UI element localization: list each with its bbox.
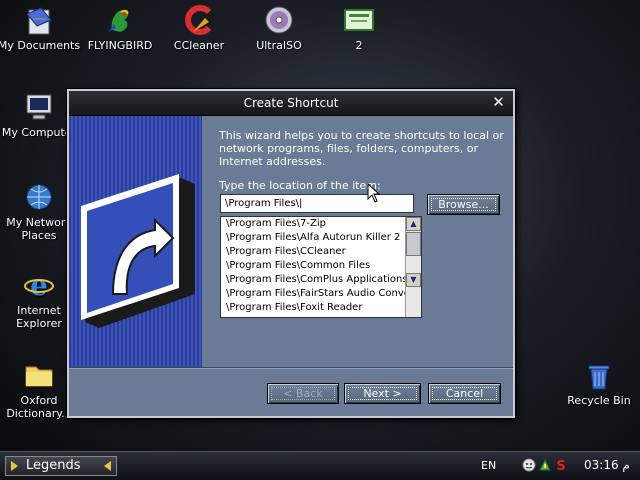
language-indicator[interactable]: EN	[481, 459, 496, 472]
bird-icon	[108, 9, 129, 32]
scroll-thumb[interactable]	[406, 232, 421, 256]
desktop-icon-2[interactable]: 2	[317, 4, 401, 52]
desktop-icon-ultraiso[interactable]: UltraISO	[237, 4, 321, 52]
dialog-title: Create Shortcut	[243, 96, 339, 110]
create-shortcut-dialog: Create Shortcut ✕ This wizard helps you …	[67, 89, 515, 418]
next-button-label: Next >	[363, 387, 402, 400]
wizard-side-image	[69, 116, 202, 367]
list-item[interactable]: \Program Files\Foxit Reader	[221, 301, 406, 315]
list-item[interactable]: \Program Files\CCleaner	[221, 245, 406, 259]
list-item[interactable]: \Program Files\ComPlus Applications	[221, 273, 406, 287]
close-button[interactable]: ✕	[490, 94, 507, 111]
list-item[interactable]: \Program Files\Common Files	[221, 259, 406, 273]
desktop-icon-my-documents[interactable]: My Documents	[0, 4, 81, 52]
list-item[interactable]: \Program Files\FairStars Audio Conve	[221, 287, 406, 301]
dialog-separator	[69, 367, 513, 369]
back-button-label: < Back	[283, 387, 323, 400]
desktop-icon-label: CCleaner	[173, 39, 225, 52]
svg-text:S: S	[556, 459, 565, 472]
ie-icon: e	[24, 269, 54, 301]
recycle-bin-icon	[588, 365, 610, 390]
desktop-icon-flyingbird[interactable]: FLYINGBIRD	[78, 4, 162, 52]
my-documents-icon	[26, 7, 52, 35]
cancel-button[interactable]: Cancel	[428, 383, 501, 404]
desktop-icon-ccleaner[interactable]: CCleaner	[157, 4, 241, 52]
taskbar: Legends EN S 03:16 م	[0, 451, 640, 480]
browse-button-label: Browse...	[438, 198, 489, 211]
list-scrollbar[interactable]: ▲ ▼	[405, 217, 421, 317]
browse-button[interactable]: Browse...	[427, 194, 500, 215]
desktop-icon-label: My Documents	[0, 39, 81, 52]
network-globe-icon	[26, 184, 52, 210]
autocomplete-list[interactable]: \Program Files\7-Zip \Program Files\Alfa…	[220, 216, 422, 318]
scroll-down-icon[interactable]: ▼	[406, 273, 421, 287]
back-button[interactable]: < Back	[267, 383, 339, 404]
scroll-up-icon[interactable]: ▲	[406, 217, 421, 231]
cancel-button-label: Cancel	[445, 387, 484, 400]
certificate-icon	[344, 9, 374, 31]
mouse-cursor-icon	[367, 183, 381, 203]
arrow-left-icon	[104, 461, 111, 471]
start-button-label: Legends	[26, 458, 81, 473]
list-item[interactable]: \Program Files\7-Zip	[221, 217, 406, 231]
close-icon: ✕	[492, 93, 505, 111]
smiley-icon[interactable]	[522, 458, 536, 472]
folder-icon	[25, 366, 53, 387]
arrow-right-icon	[11, 461, 18, 471]
disc-icon	[265, 6, 293, 34]
network-status-icon[interactable]	[538, 458, 552, 472]
shortcut-arrow-icon	[81, 174, 195, 328]
ccleaner-icon	[185, 5, 212, 35]
svg-text:e: e	[30, 269, 48, 301]
monitor-icon	[26, 94, 52, 120]
wizard-description: This wizard helps you to create shortcut…	[219, 129, 504, 168]
location-input[interactable]	[220, 194, 414, 213]
dialog-titlebar[interactable]: Create Shortcut ✕	[69, 91, 513, 116]
desktop-icon-label: Recycle Bin	[567, 394, 631, 407]
location-label: Type the location of the item:	[219, 179, 381, 192]
desktop-icon-label: FLYINGBIRD	[87, 39, 153, 52]
next-button[interactable]: Next >	[344, 383, 421, 404]
start-button[interactable]: Legends	[5, 456, 117, 476]
desktop-icon-label: 2	[355, 39, 363, 52]
desktop-icon-recycle-bin[interactable]: Recycle Bin	[557, 359, 640, 407]
desktop-icon-label: UltraISO	[256, 39, 302, 52]
antivirus-s-icon[interactable]: S	[554, 458, 568, 472]
clock[interactable]: 03:16 م	[584, 458, 630, 472]
list-item[interactable]: \Program Files\Alfa Autorun Killer 2	[221, 231, 406, 245]
